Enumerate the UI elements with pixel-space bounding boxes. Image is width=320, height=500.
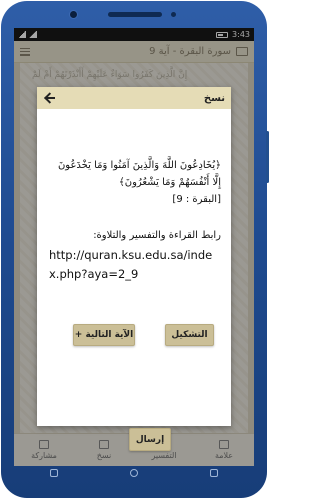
dialog-header: نسخ: [37, 87, 231, 109]
android-nav-bar: [14, 466, 254, 480]
screen: 3:43 سورة البقرة - آية 9 إِنَّ الَّذِينَ…: [14, 28, 254, 466]
dialog-title: نسخ: [203, 92, 225, 104]
next-ayah-button[interactable]: + الآية التالية: [73, 324, 135, 346]
power-button[interactable]: [266, 131, 269, 183]
recent-apps-icon[interactable]: [50, 469, 58, 477]
proximity-sensor: [171, 12, 176, 17]
front-camera: [69, 10, 78, 19]
tashkeel-button[interactable]: التشكيل: [165, 324, 214, 346]
home-icon[interactable]: [130, 469, 138, 477]
ayah-url: http://quran.ksu.edu.sa/index.php?aya=2_…: [49, 248, 213, 281]
send-button[interactable]: إرسال: [129, 428, 171, 451]
back-arrow-icon[interactable]: [43, 91, 57, 105]
dialog-content: ﴿يُخَادِعُونَ اللَّهَ وَالَّذِينَ آمَنُو…: [49, 157, 221, 284]
earpiece: [108, 12, 162, 17]
ayah-reference: [البقرة : 9]: [172, 194, 221, 205]
ayah-text: ﴿يُخَادِعُونَ اللَّهَ وَالَّذِينَ آمَنُو…: [57, 160, 221, 188]
copy-dialog: نسخ ﴿يُخَادِعُونَ اللَّهَ وَالَّذِينَ آم…: [37, 87, 231, 451]
back-icon[interactable]: [210, 469, 218, 477]
link-label: رابط القراءة والتفسير والتلاوة:: [93, 230, 221, 241]
